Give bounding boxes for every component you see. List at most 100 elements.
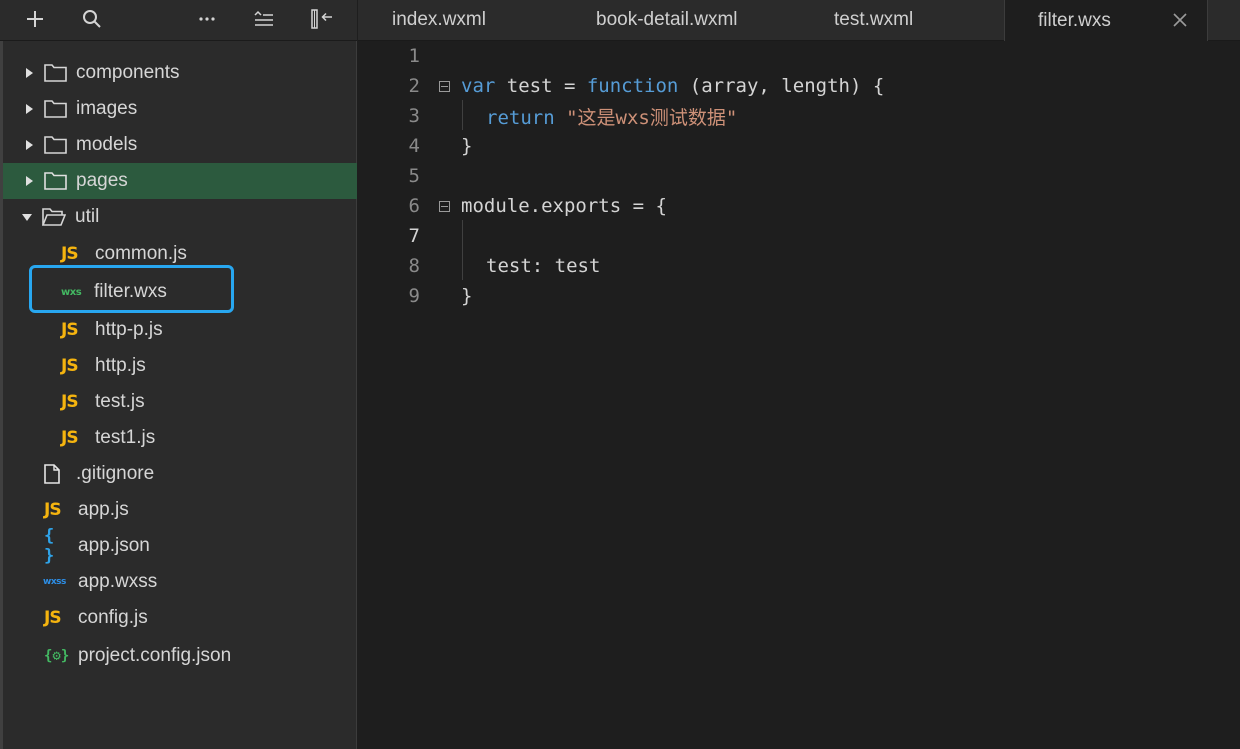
code-text: } — [461, 135, 473, 157]
tree-item-label: components — [76, 62, 180, 83]
tab-test-wxml[interactable]: test.wxml — [834, 0, 913, 40]
code-text: var test = function (array, length) { — [461, 75, 884, 97]
tree-file-app-json[interactable]: { } app.json — [3, 526, 357, 566]
line-number: 1 — [408, 45, 420, 67]
tree-item-label: test1.js — [95, 427, 156, 448]
tree-file-http-p-js[interactable]: JS http-p.js — [3, 312, 357, 348]
tab-filter-wxs[interactable]: filter.wxs — [1004, 0, 1208, 41]
fold-collapse-icon[interactable] — [439, 81, 450, 92]
tree-file-test1-js[interactable]: JS test1.js — [3, 420, 357, 456]
js-file-icon: JS — [61, 392, 79, 412]
keyword-token: var — [461, 75, 496, 97]
tree-item-label: project.config.json — [78, 645, 232, 666]
collapse-list-icon[interactable] — [246, 0, 282, 38]
keyword-token: function — [586, 75, 679, 97]
tree-file-http-js[interactable]: JS http.js — [3, 348, 357, 384]
code-line-current: 7 — [358, 221, 1240, 251]
caret-right-icon — [22, 138, 36, 152]
tab-label: book-detail.wxml — [596, 9, 738, 30]
folder-open-icon — [42, 208, 66, 226]
js-file-icon: JS — [44, 500, 62, 520]
line-number: 3 — [408, 105, 420, 127]
panel-collapse-icon[interactable] — [304, 0, 340, 38]
code-editor[interactable]: 1 2 var test = function (array, length) … — [358, 41, 1240, 749]
js-file-icon: JS — [61, 244, 79, 264]
code-token: (array, length) { — [678, 75, 885, 97]
close-icon[interactable] — [1171, 11, 1189, 29]
tree-item-label: http-p.js — [95, 319, 163, 340]
code-text: test: test — [486, 255, 601, 277]
ellipsis-icon[interactable] — [189, 0, 225, 38]
folder-icon — [44, 64, 67, 82]
js-file-icon: JS — [61, 356, 79, 376]
line-number: 7 — [408, 225, 420, 247]
code-line: 5 — [358, 161, 1240, 191]
highlight-annotation-box — [29, 265, 234, 313]
code-text: return "这是wxs测试数据" — [486, 103, 737, 130]
plus-icon[interactable] — [17, 0, 53, 38]
tree-item-label: test.js — [95, 391, 145, 412]
code-line: 3 return "这是wxs测试数据" — [358, 101, 1240, 131]
file-explorer: components images models pages util JS c… — [0, 0, 357, 749]
tree-folder-components[interactable]: components — [3, 55, 357, 91]
tree-item-label: .gitignore — [76, 463, 155, 484]
line-number: 2 — [408, 75, 420, 97]
tab-book-detail-wxml[interactable]: book-detail.wxml — [596, 0, 738, 40]
search-icon[interactable] — [74, 0, 110, 38]
tab-index-wxml[interactable]: index.wxml — [392, 0, 486, 40]
tree-item-label: util — [75, 206, 100, 227]
tree-item-label: common.js — [95, 243, 187, 264]
code-line: 2 var test = function (array, length) { — [358, 71, 1240, 101]
keyword-token: return — [486, 106, 555, 129]
code-line: 8 test: test — [358, 251, 1240, 281]
tree-file-app-js[interactable]: JS app.js — [3, 492, 357, 528]
explorer-toolbar — [0, 0, 357, 41]
file-icon — [44, 464, 60, 484]
tab-label: test.wxml — [834, 9, 914, 30]
caret-right-icon — [22, 66, 36, 80]
tree-file-gitignore[interactable]: .gitignore — [3, 456, 357, 492]
code-line: 9 } — [358, 281, 1240, 311]
line-number: 9 — [408, 285, 420, 307]
tree-item-label: app.wxss — [78, 571, 158, 592]
tree-folder-util[interactable]: util — [3, 199, 357, 235]
line-number: 4 — [408, 135, 420, 157]
tree-folder-images[interactable]: images — [3, 91, 357, 127]
code-line: 6 module.exports = { — [358, 191, 1240, 221]
tree-item-label: app.js — [78, 499, 129, 520]
config-file-icon: {⚙} — [44, 648, 70, 664]
folder-icon — [44, 172, 67, 190]
json-file-icon: { } — [44, 526, 55, 566]
folder-icon — [44, 100, 67, 118]
js-file-icon: JS — [44, 608, 62, 628]
caret-right-icon — [22, 102, 36, 116]
code-line: 1 — [358, 41, 1240, 71]
tree-folder-pages[interactable]: pages — [3, 163, 357, 199]
fold-collapse-icon[interactable] — [439, 201, 450, 212]
tree-file-config-js[interactable]: JS config.js — [3, 600, 357, 636]
tree-folder-models[interactable]: models — [3, 127, 357, 163]
code-text: } — [461, 285, 473, 307]
line-number: 6 — [408, 195, 420, 217]
line-number: 8 — [408, 255, 420, 277]
tree-item-label: images — [76, 98, 138, 119]
tree-file-app-wxss[interactable]: wxss app.wxss — [3, 564, 357, 600]
tab-label: filter.wxs — [1038, 9, 1111, 31]
caret-right-icon — [22, 174, 36, 188]
code-line: 4 } — [358, 131, 1240, 161]
tree-item-label: app.json — [78, 535, 150, 556]
wxss-file-icon: wxss — [43, 577, 66, 587]
js-file-icon: JS — [61, 320, 79, 340]
string-token: "这是wxs测试数据" — [566, 106, 738, 129]
tree-file-project-config-json[interactable]: {⚙} project.config.json — [3, 638, 357, 674]
tree-item-label: pages — [76, 170, 128, 191]
tree-item-label: config.js — [78, 607, 148, 628]
tab-label: index.wxml — [392, 9, 486, 30]
folder-icon — [44, 136, 67, 154]
tree-file-test-js[interactable]: JS test.js — [3, 384, 357, 420]
code-text: module.exports = { — [461, 195, 667, 217]
line-number: 5 — [408, 165, 420, 187]
tree-item-label: models — [76, 134, 138, 155]
js-file-icon: JS — [61, 428, 79, 448]
tree-item-label: http.js — [95, 355, 146, 376]
